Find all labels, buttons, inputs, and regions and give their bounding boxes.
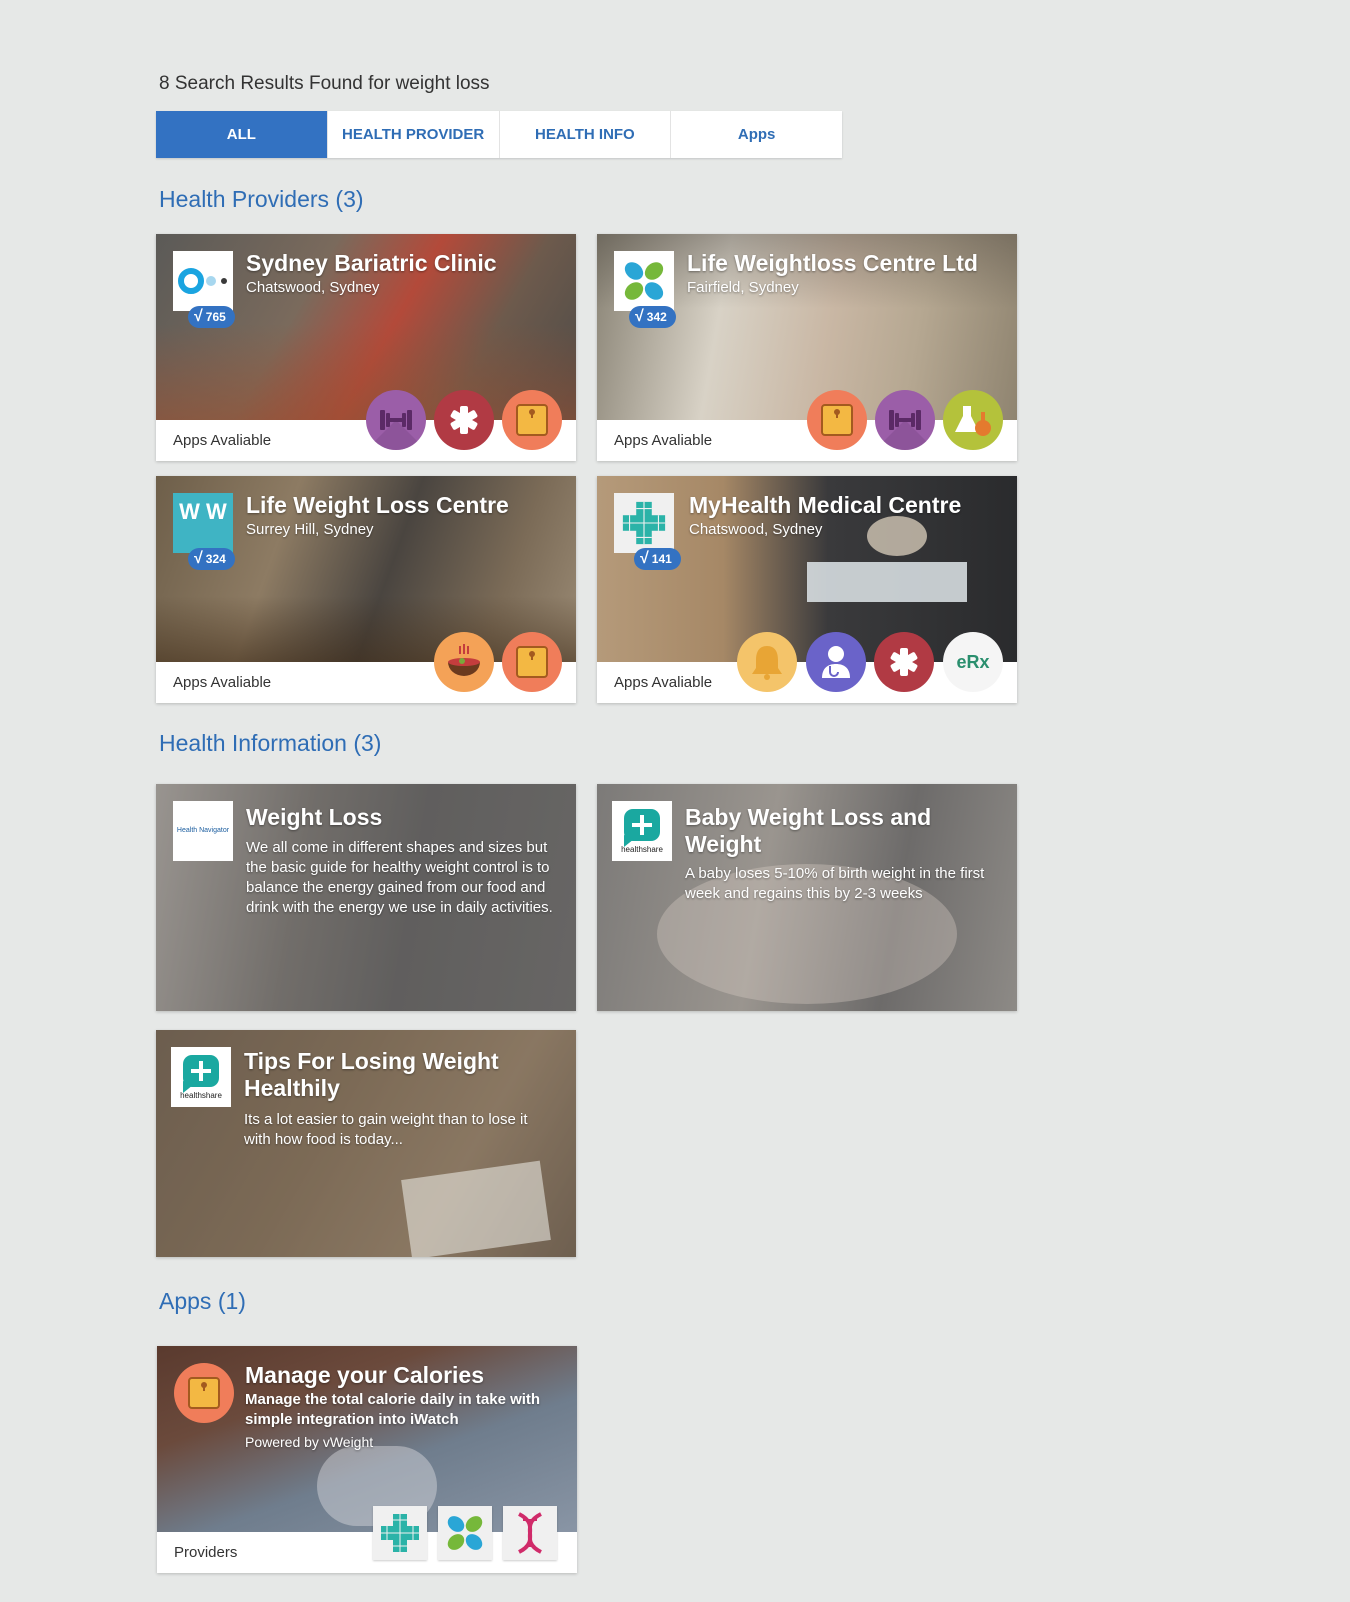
verified-badge: √ 765 [188,306,235,328]
food-bowl-icon[interactable] [434,632,494,692]
checkmark-icon: √ [194,308,203,325]
tab-health-info[interactable]: HEALTH INFO [500,111,672,158]
verified-badge: √ 324 [188,548,235,570]
verified-badge: √ 141 [634,548,681,570]
verified-badge: √ 342 [629,306,676,328]
scale-icon[interactable] [807,390,867,450]
dumbbell-icon[interactable] [875,390,935,450]
dna-icon[interactable] [503,1506,557,1560]
card-footer: Apps Avaliable [156,420,576,461]
section-title-apps: Apps (1) [159,1288,246,1314]
card-footer: Apps Avaliable [597,420,1017,461]
circle-dots-logo-icon [178,268,227,294]
provider-card[interactable]: √ 342 Life Weightloss Centre Ltd Fairfiel… [597,234,1017,461]
erx-icon[interactable]: eRx [943,632,1003,692]
card-footer: Providers [157,1506,577,1573]
provider-logo [614,493,674,553]
apps-available-label: Apps Avaliable [614,432,713,449]
checkmark-icon: √ [194,550,203,567]
info-title[interactable]: Baby Weight Loss and Weight [685,804,985,858]
doctor-icon[interactable] [806,632,866,692]
app-description: Manage the total calorie daily in take w… [245,1391,541,1428]
medical-star-icon[interactable] [874,632,934,692]
checkmark-icon: √ [640,550,649,567]
info-title[interactable]: Tips For Losing Weight Healthily [244,1048,544,1102]
app-title[interactable]: Manage your Calories [245,1362,484,1389]
provider-location: Surrey Hill, Sydney [246,521,374,538]
info-card[interactable]: healthshare Tips For Losing Weight Healt… [156,1030,576,1257]
checkmark-icon: √ [635,308,644,325]
info-card[interactable]: healthshare Baby Weight Loss and Weight … [597,784,1017,1011]
provider-name[interactable]: Sydney Bariatric Clinic [246,250,497,277]
tab-all[interactable]: ALL [156,111,328,158]
results-count-text: 8 Search Results Found for weight loss [159,73,490,94]
filter-tabs: ALL HEALTH PROVIDER HEALTH INFO Apps [156,111,842,158]
provider-location: Fairfield, Sydney [687,279,799,296]
apps-available-label: Apps Avaliable [173,674,272,691]
app-card[interactable]: Manage your Calories Manage the total ca… [157,1346,577,1573]
provider-logo [614,251,674,311]
info-logo: healthshare [171,1047,231,1107]
medical-star-icon[interactable] [434,390,494,450]
provider-card[interactable]: W W √ 324 Life Weight Loss Centre Surrey … [156,476,576,703]
powered-by-text: Powered by vWeight [245,1434,374,1450]
provider-card[interactable]: √ 141 MyHealth Medical Centre Chatswood, … [597,476,1017,703]
provider-logo: W W [173,493,233,553]
card-footer: Apps Avaliable [156,662,576,703]
provider-logo [173,251,233,311]
section-title-info: Health Information (3) [159,730,382,756]
apps-available-label: Apps Avaliable [614,674,713,691]
section-title-providers: Health Providers (3) [159,186,364,212]
provider-name[interactable]: Life Weight Loss Centre [246,492,509,519]
bell-icon[interactable] [737,632,797,692]
provider-card[interactable]: √ 765 Sydney Bariatric Clinic Chatswood, … [156,234,576,461]
petal-logo-icon[interactable] [438,1506,492,1560]
ww-logo-icon: W W [179,499,227,524]
dumbbell-icon[interactable] [366,390,426,450]
provider-name[interactable]: Life Weightloss Centre Ltd [687,250,978,277]
info-logo: Health Navigator [173,801,233,861]
tab-apps[interactable]: Apps [671,111,842,158]
info-description: Its a lot easier to gain weight than to … [244,1111,528,1148]
scale-icon [174,1363,234,1423]
green-cross-logo-icon [614,493,674,553]
provider-name[interactable]: MyHealth Medical Centre [689,492,961,519]
info-card[interactable]: Health Navigator Weight Loss We all come… [156,784,576,1011]
scale-icon[interactable] [502,390,562,450]
apps-available-label: Apps Avaliable [173,432,272,449]
info-description: A baby loses 5-10% of birth weight in th… [685,865,985,902]
info-logo: healthshare [612,801,672,861]
lab-flask-icon[interactable] [943,390,1003,450]
provider-location: Chatswood, Sydney [689,521,823,538]
tab-health-provider[interactable]: HEALTH PROVIDER [328,111,500,158]
petal-logo-icon [614,251,674,311]
card-footer: Apps Avaliable eRx [597,632,1017,703]
info-title[interactable]: Weight Loss [246,804,556,831]
scale-icon[interactable] [502,632,562,692]
green-cross-logo-icon[interactable] [373,1506,427,1560]
provider-location: Chatswood, Sydney [246,279,380,296]
info-description: We all come in different shapes and size… [246,839,553,916]
health-navigator-logo-icon: Health Navigator [176,827,230,834]
providers-label: Providers [174,1544,238,1561]
